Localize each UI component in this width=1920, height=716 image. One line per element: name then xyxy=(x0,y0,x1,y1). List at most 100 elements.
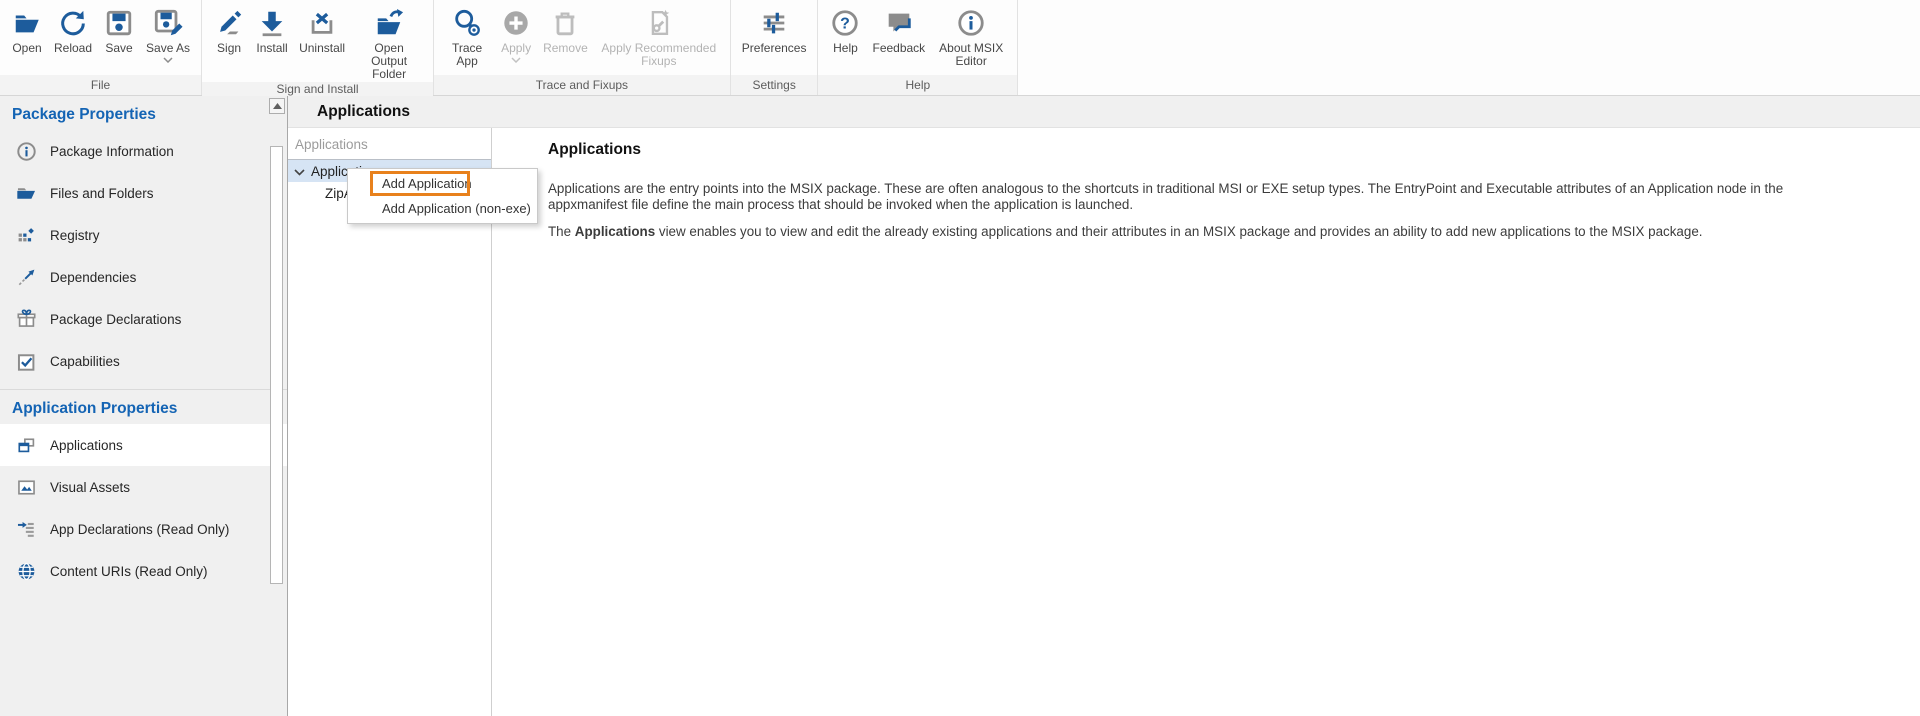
apply-label: Apply xyxy=(501,42,531,55)
open-button[interactable]: Open xyxy=(7,5,47,56)
sidebar-item-label: Registry xyxy=(50,228,100,243)
paragraph-2-bold: Applications xyxy=(575,224,655,239)
feedback-button[interactable]: Feedback xyxy=(868,5,929,56)
menu-item-label: Add Application xyxy=(382,176,472,191)
sidebar-item-content-uris[interactable]: Content URIs (Read Only) xyxy=(0,550,287,592)
tree-column-header: Applications xyxy=(288,128,491,160)
content-paragraph-1: Applications are the entry points into t… xyxy=(548,181,1850,212)
svg-text:?: ? xyxy=(841,15,851,32)
ribbon-group-label-settings: Settings xyxy=(731,75,818,95)
open-output-folder-button[interactable]: Open Output Folder xyxy=(352,5,426,82)
apply-button[interactable]: Apply xyxy=(496,5,536,65)
reload-icon xyxy=(58,6,88,39)
sign-icon xyxy=(214,6,244,39)
reload-label: Reload xyxy=(54,42,92,55)
remove-icon xyxy=(550,6,580,39)
apply-recommended-fixups-label: Apply Recommended Fixups xyxy=(599,42,719,68)
save-button[interactable]: Save xyxy=(99,5,139,56)
open-label: Open xyxy=(12,42,41,55)
sidebar-item-dependencies[interactable]: Dependencies xyxy=(0,256,287,298)
about-msix-editor-button[interactable]: About MSIX Editor xyxy=(932,5,1010,69)
sidebar-item-files-and-folders[interactable]: Files and Folders xyxy=(0,172,287,214)
uninstall-button[interactable]: Uninstall xyxy=(295,5,349,56)
sidebar-item-label: Capabilities xyxy=(50,354,120,369)
navigation-sidebar: Package Properties Package Information F… xyxy=(0,96,287,716)
sidebar-item-label: Dependencies xyxy=(50,270,136,285)
open-output-folder-label: Open Output Folder xyxy=(356,42,422,81)
sidebar-item-label: App Declarations (Read Only) xyxy=(50,522,229,537)
ribbon-group-sign-install: Sign Install Uninstall Open Output Folde… xyxy=(202,0,433,95)
sidebar-item-label: Visual Assets xyxy=(50,480,130,495)
apply-icon xyxy=(501,6,531,39)
ribbon-group-label-sign-install: Sign and Install xyxy=(202,82,433,96)
sidebar-item-package-declarations[interactable]: Package Declarations xyxy=(0,298,287,340)
install-button[interactable]: Install xyxy=(252,5,292,56)
gift-icon xyxy=(16,309,37,330)
trace-app-label: Trace App xyxy=(445,42,489,68)
info-icon xyxy=(16,141,37,162)
sidebar-item-visual-assets[interactable]: Visual Assets xyxy=(0,466,287,508)
menu-item-add-application-non-exe[interactable]: Add Application (non-exe) xyxy=(348,196,537,221)
sidebar-item-label: Files and Folders xyxy=(50,186,154,201)
install-label: Install xyxy=(256,42,287,55)
save-as-button[interactable]: Save As xyxy=(142,5,194,65)
chevron-expanded-icon[interactable] xyxy=(294,164,305,179)
sign-button[interactable]: Sign xyxy=(209,5,249,56)
sidebar-item-package-information[interactable]: Package Information xyxy=(0,130,287,172)
scroll-up-arrow-icon[interactable] xyxy=(269,98,285,114)
ribbon-group-label-trace-fixups: Trace and Fixups xyxy=(434,75,730,95)
trace-app-icon xyxy=(452,6,482,39)
save-as-icon xyxy=(153,6,183,39)
uninstall-label: Uninstall xyxy=(299,42,345,55)
checkbox-icon xyxy=(16,351,37,372)
ribbon-group-label-file: File xyxy=(0,75,201,95)
menu-item-label: Add Application (non-exe) xyxy=(382,201,531,216)
sidebar-item-label: Applications xyxy=(50,438,123,453)
ribbon-group-trace-fixups: Trace App Apply Remove xyxy=(434,0,730,95)
save-icon xyxy=(104,6,134,39)
sidebar-heading-package-properties: Package Properties xyxy=(0,96,287,130)
feedback-label: Feedback xyxy=(872,42,925,55)
apply-recommended-fixups-button[interactable]: Apply Recommended Fixups xyxy=(595,5,723,69)
sign-label: Sign xyxy=(217,42,241,55)
chevron-down-icon[interactable] xyxy=(163,57,173,64)
save-as-label: Save As xyxy=(146,42,190,55)
ribbon-group-settings: Preferences Settings xyxy=(731,0,818,95)
sidebar-item-app-declarations[interactable]: App Declarations (Read Only) xyxy=(0,508,287,550)
context-menu: Add Application Add Application (non-exe… xyxy=(347,168,538,224)
scrollbar-thumb[interactable] xyxy=(270,146,283,584)
trace-app-button[interactable]: Trace App xyxy=(441,5,493,69)
preferences-button[interactable]: Preferences xyxy=(738,5,811,56)
open-folder-icon xyxy=(12,6,42,39)
sidebar-item-registry[interactable]: Registry xyxy=(0,214,287,256)
preferences-icon xyxy=(759,6,789,39)
save-label: Save xyxy=(105,42,132,55)
uninstall-icon xyxy=(307,6,337,39)
reload-button[interactable]: Reload xyxy=(50,5,96,56)
chevron-down-icon[interactable] xyxy=(511,57,521,64)
app-window-icon xyxy=(16,435,37,456)
help-button[interactable]: ? Help xyxy=(825,5,865,56)
sidebar-item-label: Content URIs (Read Only) xyxy=(50,564,208,579)
content-heading: Applications xyxy=(548,141,1850,159)
sidebar-item-capabilities[interactable]: Capabilities xyxy=(0,340,287,382)
image-icon xyxy=(16,477,37,498)
ribbon-group-file: Open Reload Save Save As xyxy=(0,0,201,95)
sidebar-item-applications[interactable]: Applications xyxy=(0,424,287,466)
remove-label: Remove xyxy=(543,42,588,55)
folder-icon xyxy=(16,183,37,204)
ribbon-toolbar: Open Reload Save Save As xyxy=(0,0,1920,96)
sidebar-item-label: Package Declarations xyxy=(50,312,181,327)
feedback-icon xyxy=(884,6,914,39)
fixups-icon xyxy=(644,6,674,39)
ribbon-group-help: ? Help Feedback About MSIX Editor Help xyxy=(818,0,1017,95)
remove-button[interactable]: Remove xyxy=(539,5,592,56)
paragraph-2-suffix: view enables you to view and edit the al… xyxy=(655,224,1702,239)
paragraph-2-prefix: The xyxy=(548,224,575,239)
menu-item-add-application[interactable]: Add Application xyxy=(348,171,537,196)
globe-icon xyxy=(16,561,37,582)
ribbon-group-label-help: Help xyxy=(818,75,1017,95)
sidebar-scrollbar[interactable] xyxy=(268,96,287,716)
about-msix-editor-label: About MSIX Editor xyxy=(936,42,1006,68)
list-arrow-icon xyxy=(16,519,37,540)
